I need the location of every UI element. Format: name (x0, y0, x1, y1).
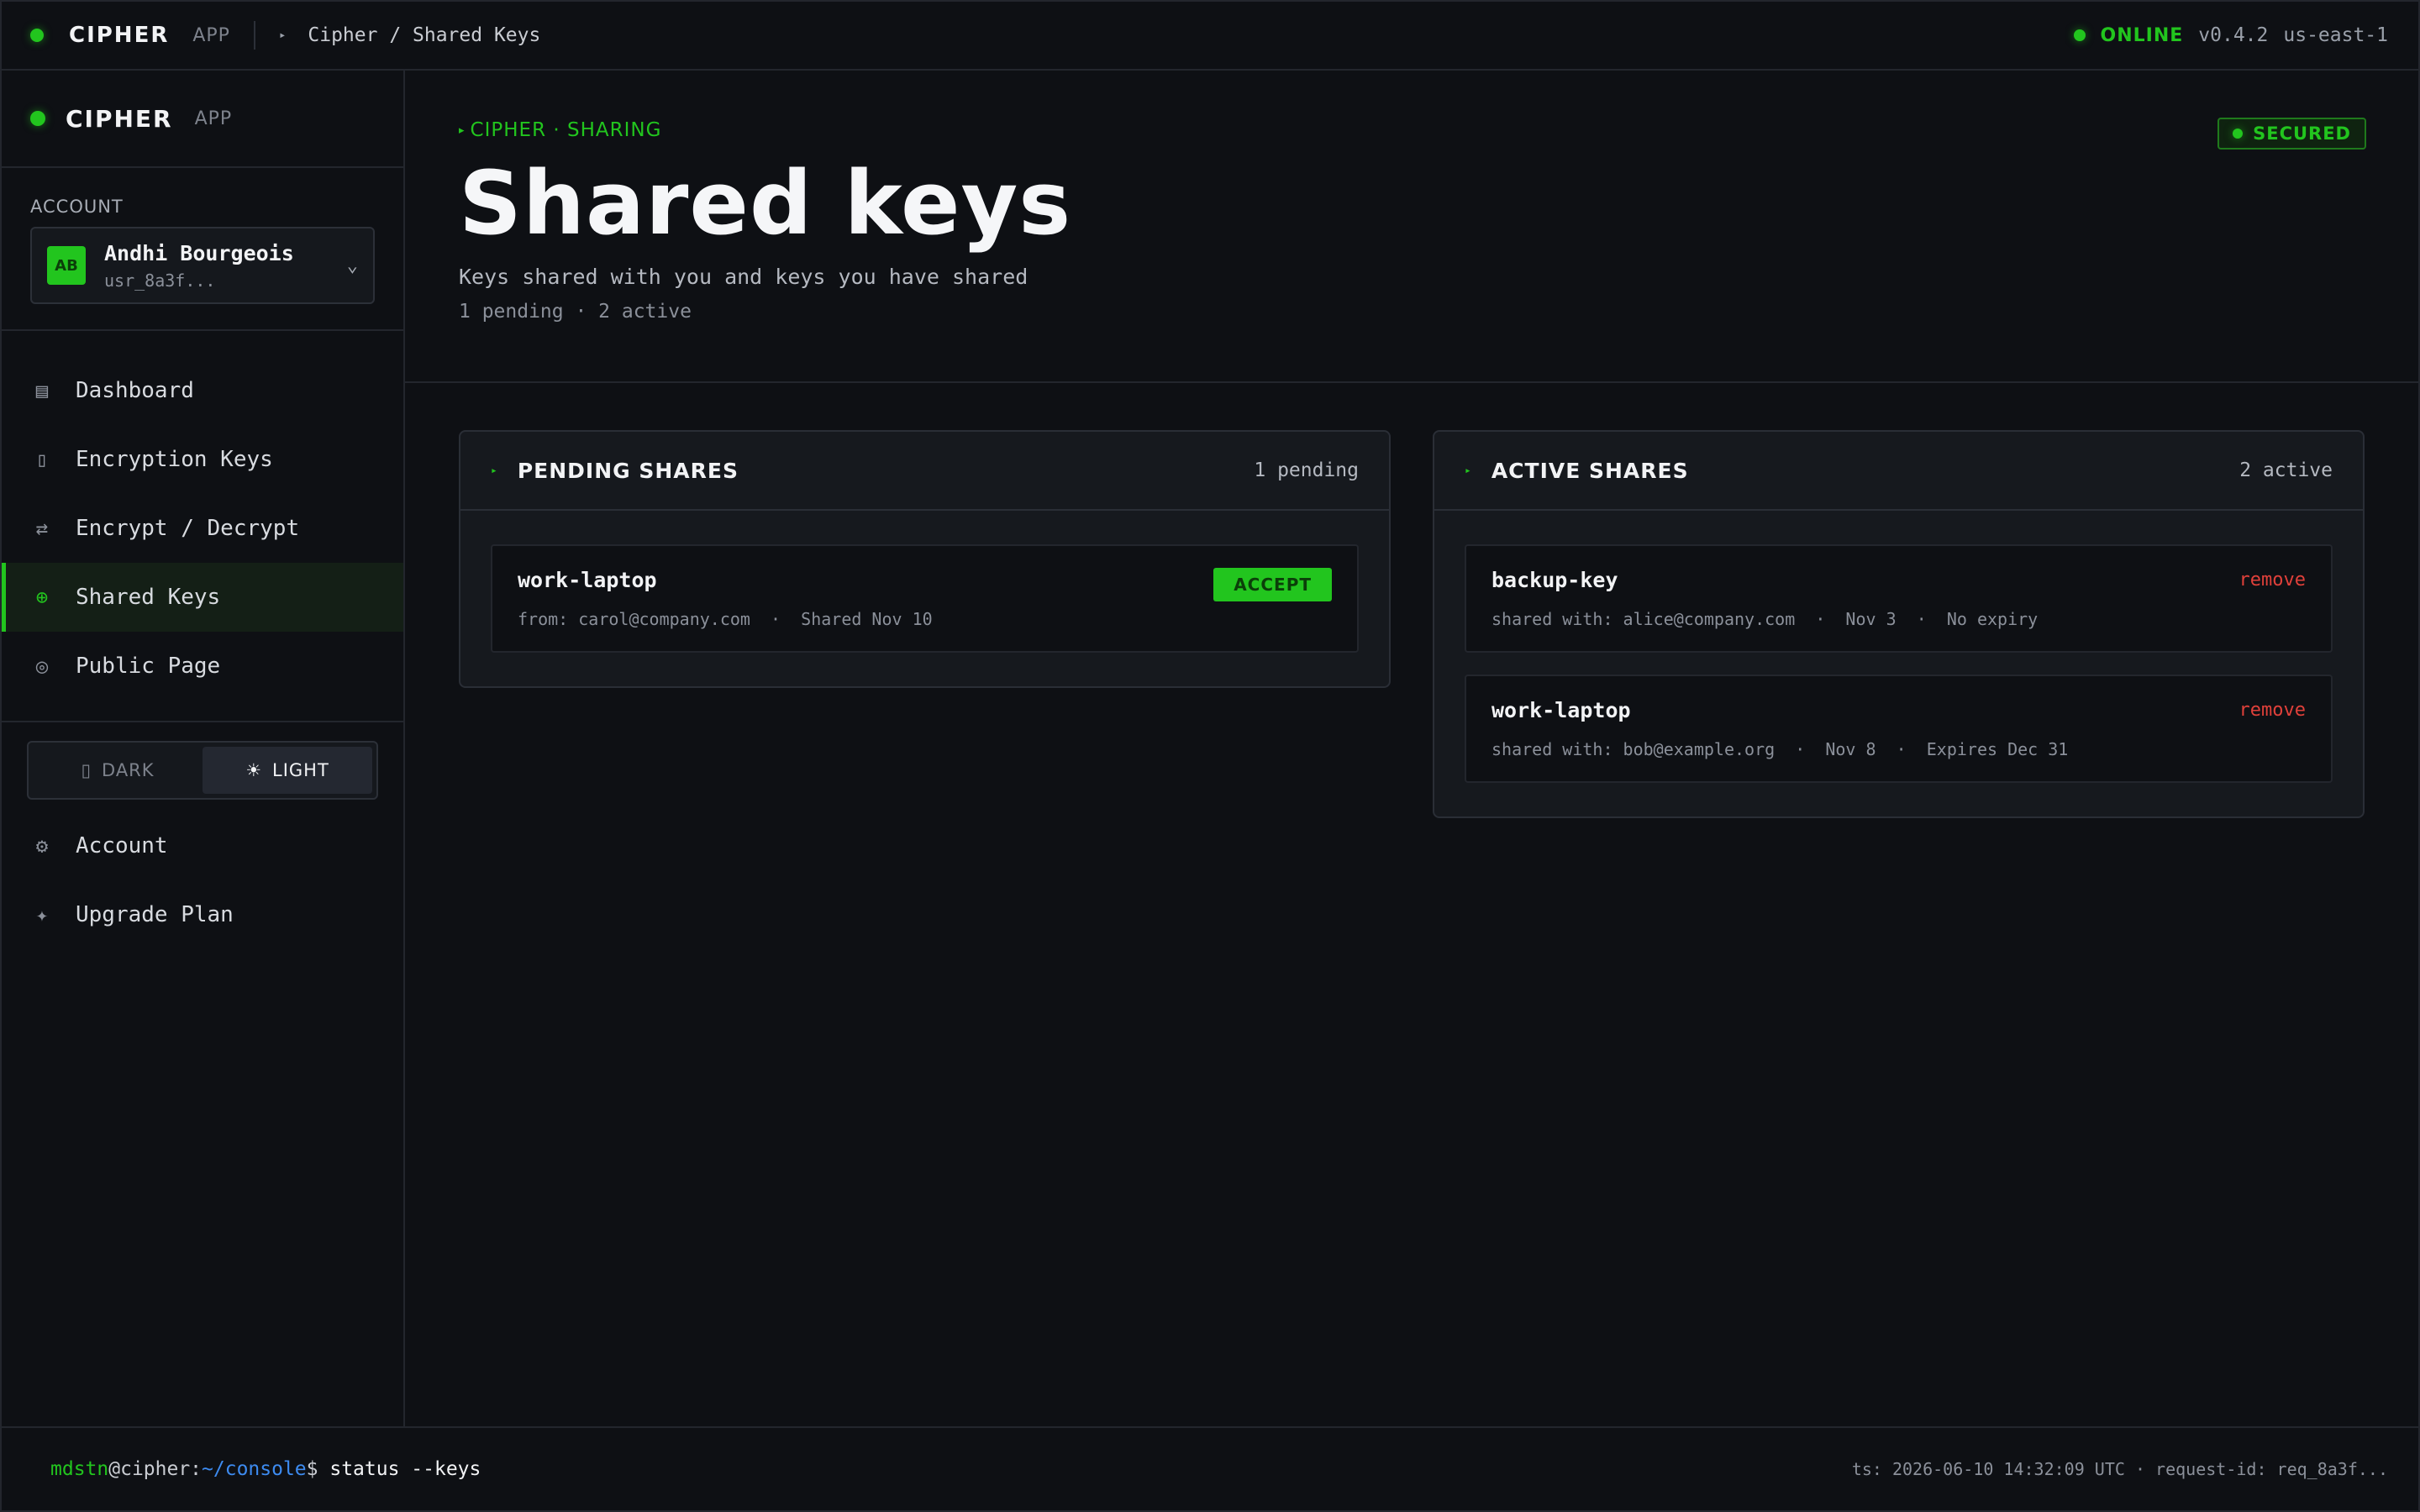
sidebar-item-label: Upgrade Plan (76, 902, 234, 927)
request-info: ts: 2026-06-10 14:32:09 UTC · request-id… (1851, 1459, 2388, 1479)
sidebar-item-label: Encryption Keys (76, 447, 273, 472)
main-content: ▸ CIPHER · SHARING Shared keys Keys share… (405, 71, 2418, 1426)
account-info: Andhi Bourgeois usr_8a3f... (104, 241, 294, 291)
share-key-name: work-laptop (518, 568, 657, 592)
terminal-path: ~/console (202, 1458, 307, 1480)
secured-dot-icon (2233, 129, 2244, 139)
theme-dark-label: DARK (102, 760, 155, 780)
panel-header: ▸ PENDING SHARES 1 pending (460, 432, 1389, 511)
gear-icon: ⚙ (35, 834, 49, 858)
secured-label: SECURED (2253, 123, 2351, 144)
pending-shares-panel: ▸ PENDING SHARES 1 pending work-laptop f… (459, 430, 1391, 688)
active-shares-panel: ▸ ACTIVE SHARES 2 active backup-key shar… (1433, 430, 2365, 818)
sun-icon: ☀ (245, 760, 263, 780)
sidebar-item-label: Account (76, 833, 168, 858)
triangle-icon: ▸ (459, 124, 466, 137)
divider (253, 21, 255, 50)
terminal-host: @cipher: (108, 1458, 203, 1480)
page-subtitle: Keys shared with you and keys you have s… (459, 265, 1028, 290)
panel-header: ▸ ACTIVE SHARES 2 active (1434, 432, 2363, 511)
sidebar-brand-name: CIPHER (66, 104, 173, 133)
sidebar-item-label: Public Page (76, 654, 221, 679)
eyebrow-label: CIPHER · SHARING (470, 119, 662, 141)
region-label: us-east-1 (2283, 24, 2388, 46)
sidebar: CIPHER APP ACCOUNT AB Andhi Bourgeois us… (2, 71, 405, 1426)
share-meta: shared with: alice@company.com · Nov 3 ·… (1491, 609, 2039, 629)
panel-count: 1 pending (1254, 459, 1359, 481)
sidebar-item-encryption-keys[interactable]: ▯ Encryption Keys (2, 425, 403, 494)
breadcrumb: Cipher / Shared Keys (308, 24, 541, 46)
page-meta: 1 pending · 2 active (459, 301, 692, 323)
account-switcher[interactable]: AB Andhi Bourgeois usr_8a3f... ⌄ (30, 227, 375, 304)
sidebar-item-label: Shared Keys (76, 585, 221, 610)
eyebrow: ▸ CIPHER · SHARING (459, 119, 2418, 141)
globe-icon: ◎ (35, 654, 49, 678)
sidebar-item-label: Dashboard (76, 378, 194, 403)
swap-icon: ⇄ (35, 517, 49, 540)
breadcrumb-arrow-icon: ▸ (278, 29, 287, 42)
sidebar-item-public-page[interactable]: ◎ Public Page (2, 632, 403, 701)
share-key-name: backup-key (1491, 568, 1618, 592)
remove-button[interactable]: remove (2239, 570, 2306, 591)
sidebar-nav: ▤ Dashboard ▯ Encryption Keys ⇄ Encrypt … (2, 331, 403, 701)
moon-icon: ▯ (81, 760, 92, 780)
account-name: Andhi Bourgeois (104, 240, 294, 265)
sparkle-icon: ✦ (35, 903, 49, 927)
triangle-icon: ▸ (1465, 464, 1471, 477)
secured-badge: SECURED (2217, 118, 2366, 150)
accept-button[interactable]: ACCEPT (1213, 568, 1332, 601)
theme-light-label: LIGHT (272, 760, 329, 780)
terminal-prompt: $ (306, 1458, 330, 1480)
share-meta: from: carol@company.com · Shared Nov 10 (518, 609, 933, 629)
divider (2, 721, 403, 722)
theme-light-button[interactable]: ☀ LIGHT (203, 747, 372, 794)
sidebar-item-upgrade-plan[interactable]: ✦ Upgrade Plan (2, 880, 403, 949)
triangle-icon: ▸ (491, 464, 497, 477)
share-icon: ⊕ (35, 585, 49, 609)
status-bar: mdstn @cipher: ~/console $ status --keys ts… (2, 1426, 2418, 1510)
panel-count: 2 active (2239, 459, 2333, 481)
top-brand-sub: APP (192, 24, 230, 46)
sidebar-item-dashboard[interactable]: ▤ Dashboard (2, 356, 403, 425)
account-id: usr_8a3f... (104, 270, 216, 291)
panel-title: ACTIVE SHARES (1491, 458, 1689, 483)
chevron-down-icon[interactable]: ⌄ (347, 255, 358, 276)
terminal-user: mdstn (50, 1458, 109, 1480)
sidebar-item-shared-keys[interactable]: ⊕ Shared Keys (2, 563, 403, 632)
top-brand[interactable]: CIPHER (69, 23, 169, 48)
page-title: Shared keys (459, 152, 1072, 255)
share-meta: shared with: bob@example.org · Nov 8 · E… (1491, 739, 2069, 759)
dashboard-icon: ▤ (35, 379, 49, 402)
share-item: work-laptop shared with: bob@example.org… (1465, 675, 2333, 783)
share-key-name: work-laptop (1491, 698, 1631, 722)
key-icon: ▯ (35, 448, 49, 471)
sidebar-bottom-nav: ⚙ Account ✦ Upgrade Plan (2, 800, 403, 949)
remove-button[interactable]: remove (2239, 700, 2306, 721)
sidebar-item-encrypt-decrypt[interactable]: ⇄ Encrypt / Decrypt (2, 494, 403, 563)
panel-title: PENDING SHARES (517, 458, 739, 483)
sidebar-brand-sub: APP (194, 108, 233, 129)
share-item: work-laptop from: carol@company.com · Sh… (491, 544, 1359, 653)
online-dot-icon (2073, 29, 2086, 41)
theme-dark-button[interactable]: ▯ DARK (33, 747, 203, 794)
page-header: ▸ CIPHER · SHARING Shared keys Keys share… (405, 71, 2418, 383)
brand-dot-icon (30, 111, 45, 126)
version-label: v0.4.2 (2198, 24, 2269, 46)
online-status: ONLINE (2100, 24, 2184, 46)
sidebar-brand[interactable]: CIPHER APP (2, 71, 403, 168)
avatar: AB (47, 246, 86, 285)
panel-body: work-laptop from: carol@company.com · Sh… (460, 511, 1389, 686)
app-window: CIPHER APP ▸ Cipher / Shared Keys ONLINE… (0, 0, 2420, 1512)
sidebar-item-label: Encrypt / Decrypt (76, 516, 300, 541)
status-dot-icon (30, 29, 44, 42)
share-item: backup-key shared with: alice@company.co… (1465, 544, 2333, 653)
top-bar: CIPHER APP ▸ Cipher / Shared Keys ONLINE… (2, 2, 2418, 71)
terminal-command[interactable]: status --keys (329, 1458, 481, 1480)
panels: ▸ PENDING SHARES 1 pending work-laptop f… (459, 430, 2365, 818)
theme-toggle: ▯ DARK ☀ LIGHT (27, 741, 378, 800)
top-status: ONLINE v0.4.2 us-east-1 (2073, 24, 2388, 46)
sidebar-item-account[interactable]: ⚙ Account (2, 811, 403, 880)
panel-body: backup-key shared with: alice@company.co… (1434, 511, 2363, 816)
account-section-label: ACCOUNT (30, 197, 124, 217)
